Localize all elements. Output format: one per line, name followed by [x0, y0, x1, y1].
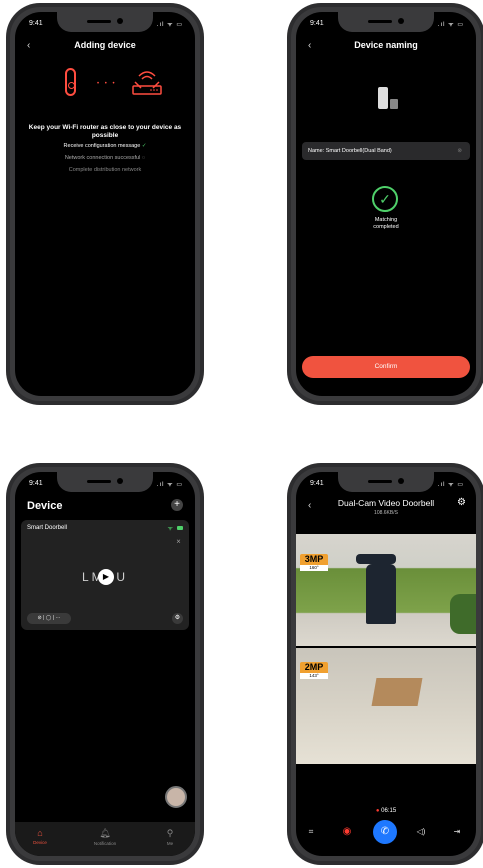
- router-icon: [132, 71, 162, 95]
- mute-icon: ⨯: [175, 539, 181, 545]
- phone-device-naming: 9:41 .ıl ᯤ ▭ ‹ Device naming Name: Smart…: [287, 3, 483, 405]
- status-time: 9:41: [29, 20, 43, 27]
- resolution-badge-3mp: 3MP 160°: [300, 554, 328, 571]
- recording-time: 06:15: [381, 808, 397, 814]
- page-title: Adding device: [74, 40, 136, 50]
- check-icon: ✓: [141, 143, 147, 149]
- page-title: Dual-Cam Video Doorbell: [337, 498, 435, 508]
- success-check-icon: ✓: [372, 186, 398, 212]
- loading-spinner-icon: ◌: [141, 155, 146, 161]
- badge-angle: 160°: [300, 565, 328, 571]
- live-controls: ⌗ ◉ ✆ ◁) ⇥: [296, 820, 476, 844]
- status-bar: 9:41 .ıl ᯤ ▭: [296, 20, 476, 32]
- confirm-button[interactable]: Confirm: [302, 356, 470, 378]
- tab-label: Me: [166, 841, 174, 846]
- router-hint-message: Keep your Wi-Fi router as close to your …: [28, 124, 182, 139]
- status-time: 9:41: [29, 480, 43, 487]
- clear-icon[interactable]: ⊗: [457, 142, 462, 160]
- tab-label: Device: [33, 840, 47, 845]
- matching-line: Matching: [374, 217, 398, 223]
- speaker-icon[interactable]: ◁): [412, 823, 430, 841]
- exit-icon[interactable]: ⇥: [448, 823, 466, 841]
- status-icons: .ıl ᯤ ▭: [437, 482, 464, 488]
- completed-line: completed: [373, 224, 399, 230]
- bitrate-text: 108.6KB/S: [374, 510, 398, 516]
- badge-mp: 3MP: [304, 554, 324, 564]
- device-name-input[interactable]: Name: Smart Doorbell(Dual Band) ⊗: [302, 142, 470, 160]
- phone-device-list: 9:41 .ıl ᯤ ▭ Device + Smart Doorbell ᯤ ⨯…: [6, 463, 204, 865]
- tab-me[interactable]: ⚲ Me: [145, 828, 195, 846]
- status-time: 9:41: [310, 20, 324, 27]
- screen-adding-device: 9:41 .ıl ᯤ ▭ ‹ Adding device • • • Keep …: [15, 12, 195, 396]
- settings-icon[interactable]: ⚙: [457, 497, 466, 508]
- avatar[interactable]: [165, 786, 187, 808]
- screen-device-list: 9:41 .ıl ᯤ ▭ Device + Smart Doorbell ᯤ ⨯…: [15, 472, 195, 856]
- chime-device-image: [390, 99, 398, 109]
- step-label: Receive configuration message: [63, 143, 141, 149]
- battery-icon: [177, 526, 183, 530]
- quick-controls[interactable]: ⊘ | ◯ | ···: [27, 613, 71, 624]
- tab-notification[interactable]: 🔔︎ Notification: [80, 828, 130, 846]
- tab-device[interactable]: ⌂ Device: [15, 828, 65, 845]
- record-icon[interactable]: ◉: [338, 823, 356, 841]
- main-camera-feed[interactable]: 3MP 160°: [296, 534, 476, 646]
- step-label: Network connection successful: [64, 155, 141, 161]
- screenshot-icon[interactable]: ⌗: [302, 823, 320, 841]
- package-image: [371, 678, 423, 706]
- status-bar: 9:41 .ıl ᯤ ▭: [296, 480, 476, 492]
- add-device-button[interactable]: +: [171, 499, 183, 511]
- user-icon: ⚲: [166, 828, 174, 838]
- recording-timer: ● 06:15: [296, 808, 476, 814]
- settings-icon[interactable]: ⚙: [172, 613, 183, 624]
- phone-adding-device: 9:41 .ıl ᯤ ▭ ‹ Adding device • • • Keep …: [6, 3, 204, 405]
- tab-bar: ⌂ Device 🔔︎ Notification ⚲ Me: [15, 822, 195, 856]
- status-icons: .ıl ᯤ ▭: [437, 22, 464, 28]
- recording-dot-icon: ●: [375, 808, 380, 814]
- status-bar: 9:41 .ıl ᯤ ▭: [15, 480, 195, 492]
- screen-device-naming: 9:41 .ıl ᯤ ▭ ‹ Device naming Name: Smart…: [296, 12, 476, 396]
- person-arm-image: [356, 554, 396, 564]
- page-title: Device: [27, 500, 63, 512]
- step-receive-config: Receive configuration message ✓: [15, 143, 195, 149]
- home-icon: ⌂: [37, 828, 43, 838]
- bell-icon: 🔔︎: [99, 828, 111, 838]
- device-name-value: Name: Smart Doorbell(Dual Band): [308, 148, 392, 154]
- step-label: Complete distribution network: [68, 167, 142, 173]
- device-name: Smart Doorbell: [27, 525, 68, 531]
- screen-live-view: 9:41 .ıl ᯤ ▭ ‹ Dual-Cam Video Doorbell 1…: [296, 472, 476, 856]
- tab-label: Notification: [93, 841, 117, 846]
- play-button[interactable]: ▶: [98, 569, 114, 585]
- doorbell-icon: [65, 68, 76, 96]
- phone-live-view: 9:41 .ıl ᯤ ▭ ‹ Dual-Cam Video Doorbell 1…: [287, 463, 483, 865]
- device-card[interactable]: Smart Doorbell ᯤ ⨯ LMDU ▶ ⊘ | ◯ | ··· ⚙: [21, 520, 189, 630]
- matching-status: Matching completed: [296, 217, 476, 231]
- step-network-connection: Network connection successful ◌: [15, 155, 195, 161]
- status-time: 9:41: [310, 480, 324, 487]
- call-button[interactable]: ✆: [373, 820, 397, 844]
- status-bar: 9:41 .ıl ᯤ ▭: [15, 20, 195, 32]
- page-title: Device naming: [354, 40, 418, 50]
- status-icons: .ıl ᯤ ▭: [156, 22, 183, 28]
- person-image: [366, 564, 396, 624]
- badge-mp: 2MP: [304, 662, 324, 672]
- badge-angle: 143°: [300, 673, 328, 679]
- hedge-image: [450, 594, 476, 634]
- connecting-dots-icon: • • •: [97, 81, 117, 87]
- step-complete-distribution: Complete distribution network: [15, 167, 195, 173]
- package-camera-feed[interactable]: 2MP 143°: [296, 648, 476, 764]
- resolution-badge-2mp: 2MP 143°: [300, 662, 328, 679]
- wifi-icon: ᯤ: [167, 526, 173, 532]
- doorbell-device-image: [378, 87, 388, 109]
- status-icons: .ıl ᯤ ▭: [156, 482, 183, 488]
